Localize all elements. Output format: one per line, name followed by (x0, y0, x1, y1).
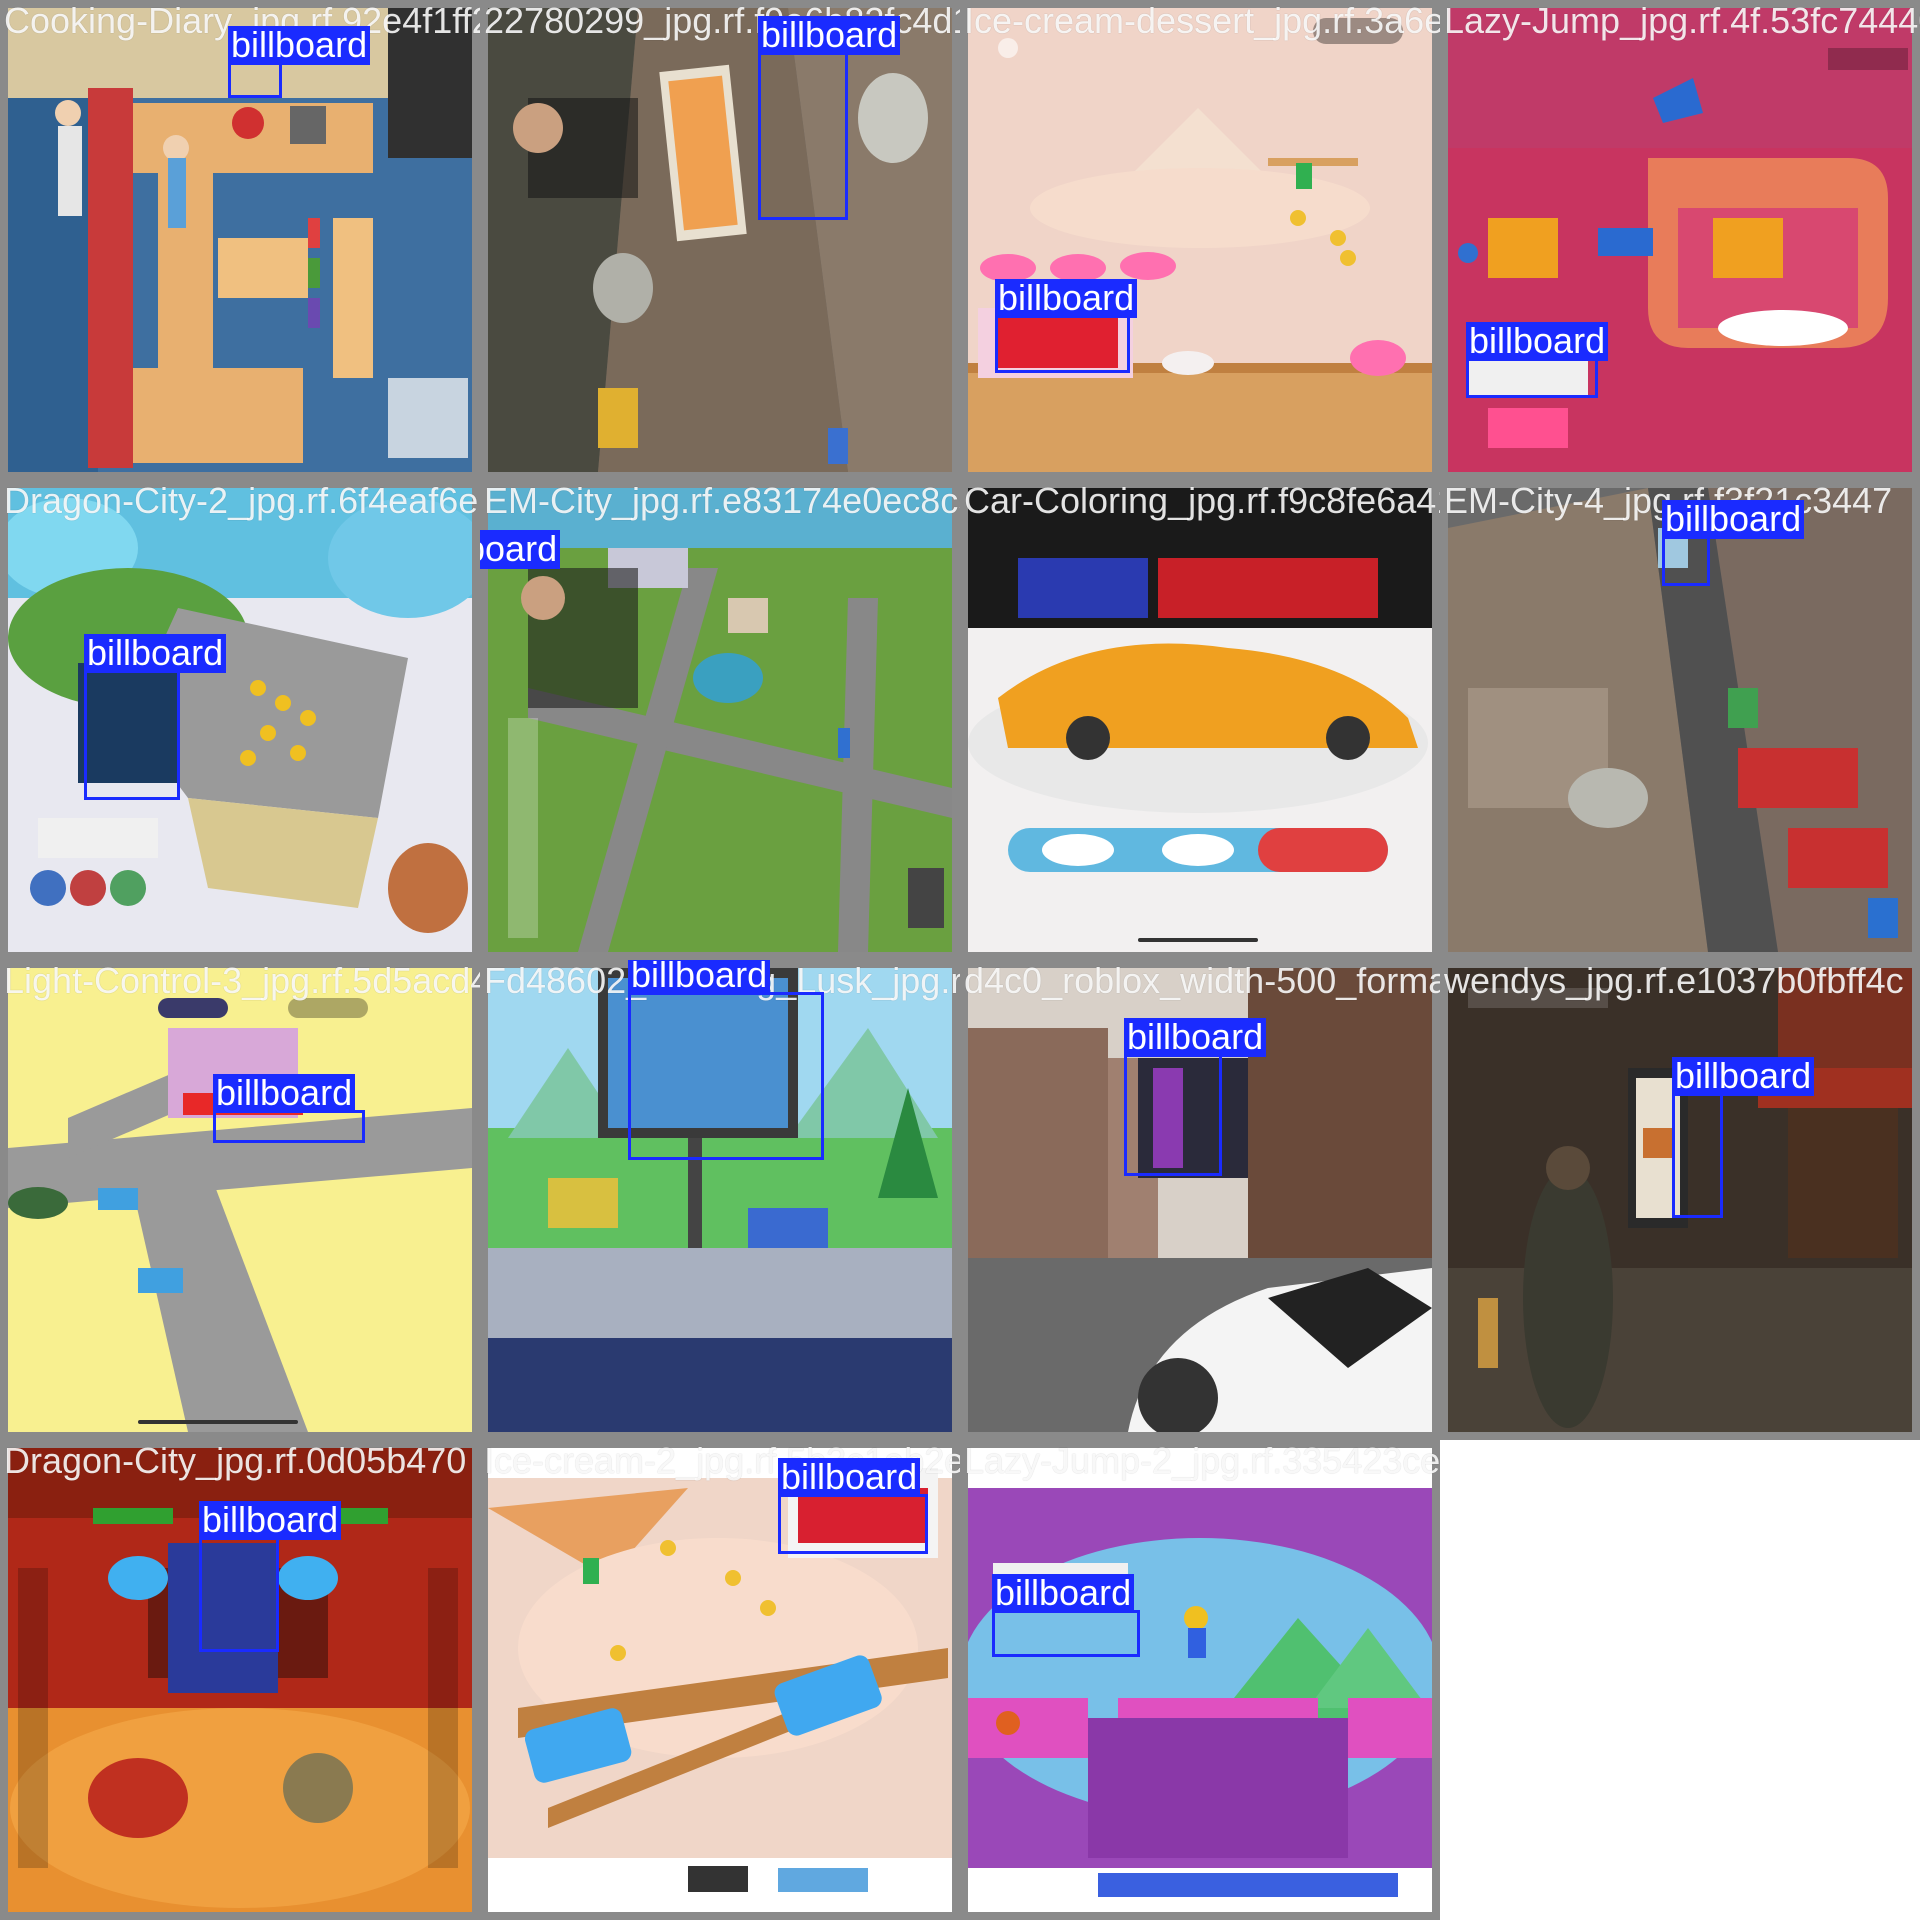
bounding-box: billboard (1662, 500, 1805, 586)
bbox-class-label: billboard (992, 1574, 1135, 1613)
game-screenshot-dragon-island (8, 488, 472, 952)
bbox-class-label: billboard (628, 960, 771, 995)
game-screenshot-dessert (968, 8, 1432, 472)
bbox-class-label: billboard (995, 279, 1138, 318)
bounding-box: billboard (992, 1574, 1140, 1657)
tile-1: billboard Cooking-Diary_jpg.rf.92e4f1ff2… (0, 0, 480, 480)
tile-15: billboard Lazy-Jump-2_jpg.rf.335423ce8d9… (960, 1440, 1440, 1920)
bbox-class-label: billboard (213, 1074, 356, 1113)
bounding-box: billboard (1124, 1018, 1267, 1176)
game-screenshot-purple-stage (968, 1448, 1432, 1912)
tile-3: billboard Ice-cream-dessert_jpg.rf.3a6ed… (960, 0, 1440, 480)
bbox-class-label: billboard (778, 1458, 921, 1497)
bbox-class-label: billboard (1124, 1018, 1267, 1057)
bounding-box: billboard (628, 960, 824, 1160)
empty-slot (1440, 1440, 1920, 1920)
tile-11: billboard d4c0_roblox_width-500_format-w… (960, 960, 1440, 1440)
tile-2: billboard 22780299_jpg.rf.f9e6b82fc4d1b (480, 0, 960, 480)
bbox-class-label: billboard (228, 26, 371, 65)
game-screenshot-traffic (8, 968, 472, 1432)
bbox-class-label: billboard (480, 530, 561, 569)
bounding-box: billboard (758, 16, 901, 220)
bounding-box: billboard (213, 1074, 365, 1143)
tile-7: billboard billboard Car-Coloring_jpg.rf.… (960, 480, 1440, 960)
bounding-box: billboard (995, 279, 1138, 373)
bbox-class-label: billboard (758, 16, 901, 55)
bbox-class-label: billboard (1672, 1057, 1815, 1096)
tile-5: billboard Dragon-City-2_jpg.rf.6f4eaf6e (0, 480, 480, 960)
bounding-box: billboard (1672, 1057, 1815, 1218)
bbox-class-label: billboard (84, 634, 227, 673)
bounding-box: billboard (84, 634, 227, 800)
bbox-class-label: billboard (1662, 500, 1805, 539)
tile-10: billboard Fd48602_Morning_Lusk_jpg.rf.ab… (480, 960, 960, 1440)
game-screenshot-city-aerial (488, 8, 952, 472)
bbox-class-label: billboard (199, 1501, 342, 1540)
tile-12: billboard wendys_jpg.rf.e1037b0fbff4c (1440, 960, 1920, 1440)
tile-8: billboard EM-City-4_jpg.rf.f3f21c3447 (1440, 480, 1920, 960)
bounding-box: billboard (199, 1501, 342, 1652)
tile-13: billboard Dragon-City_jpg.rf.0d05b470 (0, 1440, 480, 1920)
game-screenshot-car-coloring (968, 488, 1432, 952)
bounding-box: billboard (1466, 322, 1609, 398)
detection-mosaic: billboard Cooking-Diary_jpg.rf.92e4f1ff2… (0, 0, 1920, 1920)
game-screenshot-pink-house (1448, 8, 1912, 472)
bounding-box: billboard (228, 26, 371, 98)
bbox-class-label: billboard (1466, 322, 1609, 361)
tile-9: billboard Light-Control-3_jpg.rf.5d5acd4 (0, 960, 480, 1440)
tile-14: billboard Ice-cream-2_jpg.rf.5b3c1ab2e0e (480, 1440, 960, 1920)
tile-4: billboard Lazy-Jump_jpg.rf.4f.53fc74440 (1440, 0, 1920, 480)
tile-6: billboard EM-City_jpg.rf.e83174e0ec8c5 (480, 480, 960, 960)
bounding-box: billboard (778, 1458, 928, 1554)
